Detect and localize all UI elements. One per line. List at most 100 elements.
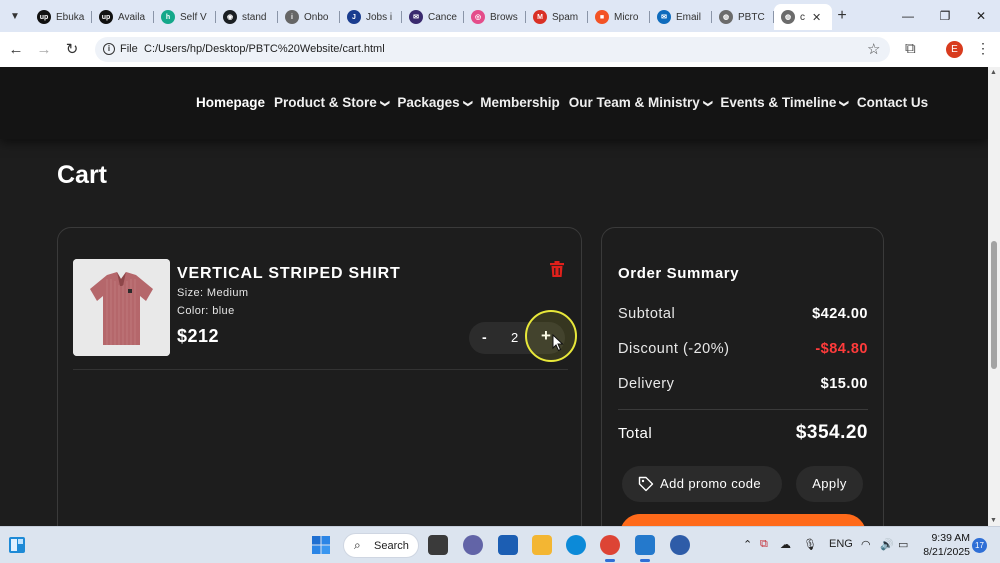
product-image[interactable] <box>73 259 170 356</box>
browser-tab[interactable]: ◎ Brows <box>464 4 526 30</box>
file-explorer-icon[interactable] <box>532 535 552 555</box>
browser-tab[interactable]: ✉ Email <box>650 4 712 30</box>
close-icon: ✕ <box>975 9 987 23</box>
reload-button[interactable]: ↻ <box>62 40 82 60</box>
tray-overflow-icon[interactable]: ⌃ <box>743 538 752 551</box>
forward-button[interactable]: → <box>34 40 54 60</box>
discount-value: -$84.80 <box>815 341 868 357</box>
nav-link-membership[interactable]: Membership <box>480 95 560 110</box>
subtotal-label: Subtotal <box>618 306 676 322</box>
cloud-icon[interactable]: ☁ <box>780 538 791 551</box>
notification-badge[interactable]: 17 <box>972 538 987 553</box>
close-tab-icon[interactable]: ✕ <box>812 11 821 24</box>
nav-link-label: Membership <box>480 95 560 110</box>
scroll-up-icon[interactable]: ▲ <box>990 69 997 76</box>
back-button[interactable]: ← <box>6 40 26 60</box>
decrease-quantity-button[interactable]: - <box>482 329 487 345</box>
chrome-icon[interactable] <box>600 535 620 562</box>
browser-tab[interactable]: i Onbo <box>278 4 340 30</box>
taskbar-search[interactable]: ⌕ Search <box>343 533 419 558</box>
page-scrollbar[interactable]: ▲ ▼ <box>988 67 1000 526</box>
minimize-button[interactable]: — <box>898 6 918 26</box>
settings-icon[interactable] <box>670 535 690 555</box>
page-viewport: Homepage Product & Store ❯ Packages ❯ Members… <box>0 67 988 526</box>
browser-tab[interactable]: h Self V <box>154 4 216 30</box>
browser-tab[interactable]: up Availa <box>92 4 154 30</box>
outlook-icon: ✉ <box>657 10 671 24</box>
tab-search-button[interactable]: ▼ <box>5 6 25 26</box>
extensions-icon[interactable]: ⧉ <box>905 40 916 57</box>
bookmark-star-icon[interactable]: ☆ <box>867 40 880 58</box>
nav-link-label: Our Team & Ministry <box>568 95 700 110</box>
scroll-thumb[interactable] <box>991 241 997 369</box>
battery-icon[interactable]: ▭ <box>898 538 908 551</box>
close-window-button[interactable]: ✕ <box>971 6 991 26</box>
dribbble-icon: ◎ <box>471 10 485 24</box>
wifi-icon[interactable]: ◠ <box>861 538 871 551</box>
apply-button[interactable]: Apply <box>796 466 863 502</box>
edge-icon[interactable] <box>566 535 586 555</box>
browser-tab[interactable]: ◉ stand <box>216 4 278 30</box>
mouse-pointer-icon <box>552 334 564 352</box>
checkout-button[interactable] <box>620 514 866 526</box>
page-title: Cart <box>57 161 108 189</box>
globe-icon: ◍ <box>719 10 733 24</box>
more-menu-icon[interactable]: ⋮ <box>976 40 990 57</box>
nav-link-events-timeline[interactable]: Events & Timeline ❯ <box>720 95 849 110</box>
nav-link-packages[interactable]: Packages ❯ <box>397 95 473 110</box>
order-summary-title: Order Summary <box>618 265 740 282</box>
delivery-label: Delivery <box>618 376 675 392</box>
browser-tab[interactable]: J Jobs i <box>340 4 402 30</box>
clock-time[interactable]: 9:39 AM <box>918 532 970 544</box>
order-summary-panel: Order Summary Subtotal $424.00 Discount … <box>601 227 884 526</box>
address-bar[interactable]: i File C:/Users/hp/Desktop/PBTC%20Websit… <box>95 37 890 62</box>
trash-icon[interactable] <box>550 261 564 277</box>
delivery-row: Delivery $15.00 <box>618 376 868 392</box>
chevron-down-icon: ❯ <box>703 99 714 108</box>
profile-avatar[interactable]: E <box>946 41 963 58</box>
tab-title: Onbo <box>304 11 329 23</box>
nav-link-label: Contact Us <box>856 95 929 110</box>
info-icon[interactable]: i <box>103 43 115 55</box>
new-tab-button[interactable]: + <box>832 6 852 26</box>
nav-link-contact-us[interactable]: Contact Us <box>857 95 928 110</box>
search-icon: ⌕ <box>354 538 361 552</box>
vscode-icon[interactable] <box>635 535 655 562</box>
site-navbar: Homepage Product & Store ❯ Packages ❯ Members… <box>0 67 988 139</box>
total-row: Total $354.20 <box>618 422 868 443</box>
tab-title: PBTC <box>738 11 765 23</box>
task-view-icon[interactable] <box>428 535 448 555</box>
upwork-icon: up <box>37 10 51 24</box>
total-value: $354.20 <box>795 422 868 443</box>
browser-tab[interactable]: up Ebuka <box>30 4 92 30</box>
browser-tab[interactable]: ◍ c ✕ <box>774 4 832 30</box>
add-promo-code-button[interactable]: Add promo code <box>622 466 782 502</box>
volume-icon[interactable]: 🔊 <box>880 538 894 551</box>
discount-label: Discount (-20%) <box>618 341 730 357</box>
browser-tab[interactable]: ✉ Cance <box>402 4 464 30</box>
promo-code-label: Add promo code <box>660 476 761 491</box>
widgets-icon[interactable] <box>8 536 26 554</box>
reload-icon: ↻ <box>65 41 79 58</box>
store-icon[interactable] <box>498 535 518 555</box>
windows-taskbar: ⌕ Search ⌃ ⧉ ☁ 🎙 ENG ◠ 🔊 ▭ 9:39 AM 8/21/… <box>0 526 1000 563</box>
nav-link-homepage[interactable]: Homepage <box>196 95 265 110</box>
browser-tab[interactable]: ■ Micro <box>588 4 650 30</box>
browser-tab[interactable]: ◍ PBTC <box>712 4 774 30</box>
nav-link-our-team-ministry[interactable]: Our Team & Ministry ❯ <box>568 95 714 110</box>
self-icon: h <box>161 10 175 24</box>
maximize-button[interactable]: ❐ <box>935 6 955 26</box>
info-icon: i <box>285 10 299 24</box>
nav-link-product-store[interactable]: Product & Store ❯ <box>274 95 390 110</box>
tray-app-icon[interactable]: ⧉ <box>760 538 768 551</box>
url-text[interactable]: C:/Users/hp/Desktop/PBTC%20Website/cart.… <box>144 43 385 55</box>
product-color: Color: blue <box>177 305 235 317</box>
browser-tab[interactable]: M Spam <box>526 4 588 30</box>
microphone-icon[interactable]: 🎙 <box>803 538 817 551</box>
windows-start-icon[interactable] <box>311 535 331 555</box>
scroll-down-icon[interactable]: ▼ <box>990 517 997 524</box>
teams-icon[interactable] <box>463 535 483 555</box>
clock-date[interactable]: 8/21/2025 <box>918 546 970 558</box>
language-indicator[interactable]: ENG <box>829 538 853 550</box>
total-label: Total <box>618 425 653 442</box>
